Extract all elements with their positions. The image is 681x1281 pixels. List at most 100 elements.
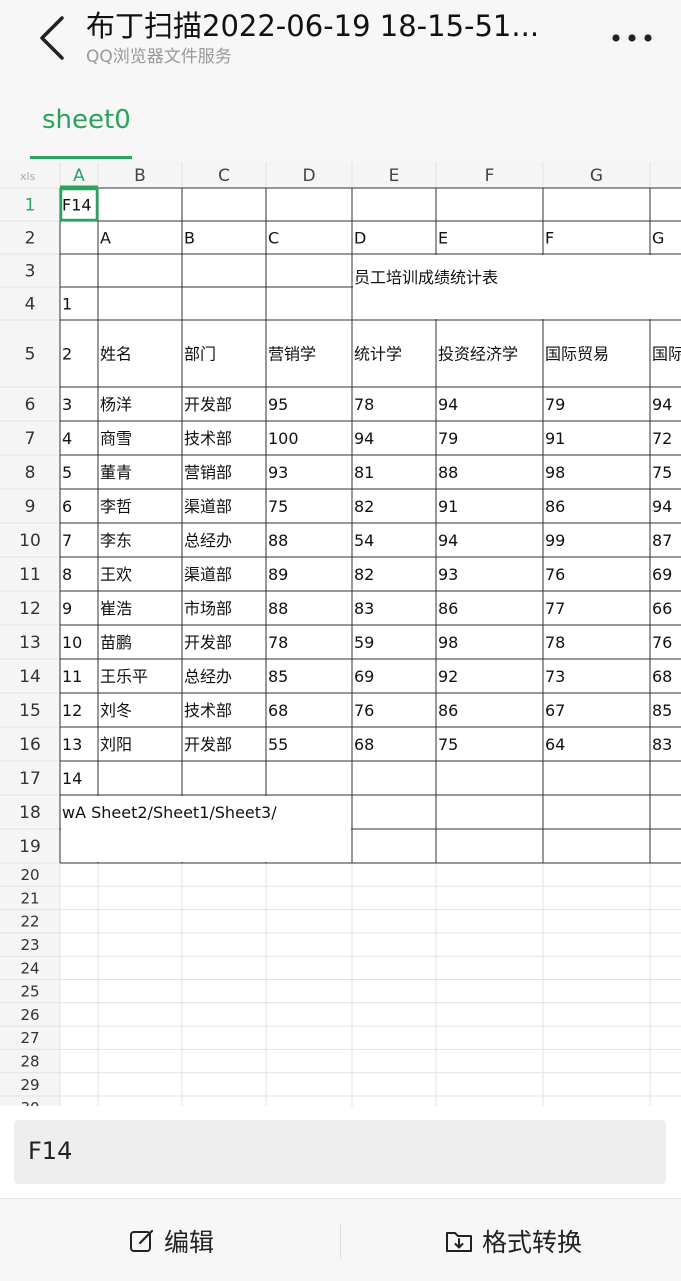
cell-A13[interactable]: 10 — [62, 633, 82, 652]
cell-A7[interactable]: 4 — [62, 429, 72, 448]
cell-F8[interactable]: 88 — [438, 463, 458, 482]
cell-H8[interactable]: 75 — [652, 463, 672, 482]
cell-H6[interactable]: 94 — [652, 395, 672, 414]
cell-D2[interactable]: C — [268, 229, 279, 248]
cell-A14[interactable]: 11 — [62, 667, 82, 686]
cell-G10[interactable]: 99 — [545, 531, 565, 550]
cell-D15[interactable]: 68 — [268, 701, 288, 720]
cell-A5[interactable]: 2 — [62, 345, 72, 364]
cell-H7[interactable]: 72 — [652, 429, 672, 448]
cell-F15[interactable]: 86 — [438, 701, 458, 720]
cell-E11[interactable]: 82 — [354, 565, 374, 584]
row-header[interactable]: 10 — [19, 531, 41, 551]
cell-F5[interactable]: 投资经济学 — [438, 345, 518, 364]
row-header[interactable]: 9 — [25, 497, 36, 517]
cell-D14[interactable]: 85 — [268, 667, 288, 686]
cell-A15[interactable]: 12 — [62, 701, 82, 720]
cell-A12[interactable]: 9 — [62, 599, 72, 618]
row-header[interactable]: 7 — [25, 429, 36, 449]
cell-G12[interactable]: 77 — [545, 599, 565, 618]
cell-B7[interactable]: 商雪 — [100, 429, 132, 448]
row-header[interactable]: 1 — [25, 196, 36, 216]
cell-E9[interactable]: 82 — [354, 497, 374, 516]
row-header[interactable]: 16 — [19, 735, 41, 755]
row-header[interactable]: 29 — [20, 1076, 39, 1094]
row-header[interactable]: 15 — [19, 701, 41, 721]
spreadsheet-canvas[interactable]: xlsABCDEFGH12345678910111213141516171819… — [0, 162, 681, 1106]
cell-A17[interactable]: 14 — [62, 769, 82, 788]
row-header[interactable]: 4 — [25, 295, 36, 315]
cell-F12[interactable]: 86 — [438, 599, 458, 618]
row-header[interactable]: 13 — [19, 633, 41, 653]
cell-F2[interactable]: E — [438, 229, 448, 248]
cell-A1[interactable]: F14 — [62, 196, 92, 215]
cell-B13[interactable]: 苗鹏 — [100, 633, 132, 652]
cell-C13[interactable]: 开发部 — [184, 633, 232, 652]
cell-H5[interactable]: 国际 — [652, 345, 681, 364]
cell-F16[interactable]: 75 — [438, 735, 458, 754]
row-header[interactable]: 5 — [25, 345, 36, 365]
cell-B16[interactable]: 刘阳 — [100, 735, 132, 754]
cell-C8[interactable]: 营销部 — [184, 463, 232, 482]
cell-G13[interactable]: 78 — [545, 633, 565, 652]
formula-bar[interactable]: F14 — [14, 1120, 666, 1184]
cell-F11[interactable]: 93 — [438, 565, 458, 584]
cell-E5[interactable]: 统计学 — [354, 345, 402, 364]
column-header[interactable]: E — [389, 166, 400, 186]
cell-H10[interactable]: 87 — [652, 531, 672, 550]
cell-F9[interactable]: 91 — [438, 497, 458, 516]
cell-F7[interactable]: 79 — [438, 429, 458, 448]
cell-D8[interactable]: 93 — [268, 463, 288, 482]
cell-B2[interactable]: A — [100, 229, 111, 248]
cell-E2[interactable]: D — [354, 229, 366, 248]
cell-G5[interactable]: 国际贸易 — [545, 345, 609, 364]
cell-C14[interactable]: 总经办 — [184, 667, 232, 686]
cell-E7[interactable]: 94 — [354, 429, 374, 448]
row-header[interactable]: 26 — [20, 1006, 39, 1024]
cell-E12[interactable]: 83 — [354, 599, 374, 618]
cell-D9[interactable]: 75 — [268, 497, 288, 516]
cell-A8[interactable]: 5 — [62, 463, 72, 482]
cell-G14[interactable]: 73 — [545, 667, 565, 686]
cell-B6[interactable]: 杨洋 — [100, 395, 132, 414]
row-header[interactable]: 27 — [20, 1029, 39, 1047]
row-header[interactable]: 2 — [25, 229, 36, 249]
format-convert-button[interactable]: 格式转换 — [444, 1221, 582, 1261]
sheet-title-cell[interactable]: 员工培训成绩统计表 — [354, 268, 498, 287]
row-header[interactable]: 25 — [20, 983, 39, 1001]
cell-H16[interactable]: 83 — [652, 735, 672, 754]
cell-A10[interactable]: 7 — [62, 531, 72, 550]
row-header[interactable]: 6 — [25, 395, 36, 415]
cell-F6[interactable]: 94 — [438, 395, 458, 414]
cell-C15[interactable]: 技术部 — [184, 701, 232, 720]
row-header[interactable]: 12 — [19, 599, 41, 619]
cell-E10[interactable]: 54 — [354, 531, 374, 550]
column-header[interactable]: A — [73, 166, 85, 186]
row-header[interactable]: 8 — [25, 463, 36, 483]
row-header[interactable]: 22 — [20, 913, 39, 931]
cell-H14[interactable]: 68 — [652, 667, 672, 686]
cell-C10[interactable]: 总经办 — [184, 531, 232, 550]
row-header[interactable]: 19 — [19, 837, 41, 857]
cell-D7[interactable]: 100 — [268, 429, 299, 448]
cell-B11[interactable]: 王欢 — [100, 565, 132, 584]
row-header[interactable]: 30 — [20, 1099, 39, 1106]
cell-C16[interactable]: 开发部 — [184, 735, 232, 754]
edit-button[interactable]: 编辑 — [128, 1221, 214, 1261]
row-header[interactable]: 3 — [25, 262, 36, 282]
row-header[interactable]: 20 — [20, 866, 39, 884]
cell-D10[interactable]: 88 — [268, 531, 288, 550]
row-header[interactable]: 24 — [20, 959, 39, 977]
cell-G11[interactable]: 76 — [545, 565, 565, 584]
column-header[interactable]: F — [485, 166, 495, 186]
cell-D12[interactable]: 88 — [268, 599, 288, 618]
column-header[interactable]: C — [218, 166, 230, 186]
cell-C11[interactable]: 渠道部 — [184, 565, 232, 584]
cell-A16[interactable]: 13 — [62, 735, 82, 754]
cell-A6[interactable]: 3 — [62, 395, 72, 414]
cell-B8[interactable]: 董青 — [100, 463, 132, 482]
cell-D16[interactable]: 55 — [268, 735, 288, 754]
cell-B14[interactable]: 王乐平 — [100, 667, 148, 686]
cell-G7[interactable]: 91 — [545, 429, 565, 448]
cell-A18[interactable]: wA Sheet2/Sheet1/Sheet3/ — [62, 803, 277, 822]
